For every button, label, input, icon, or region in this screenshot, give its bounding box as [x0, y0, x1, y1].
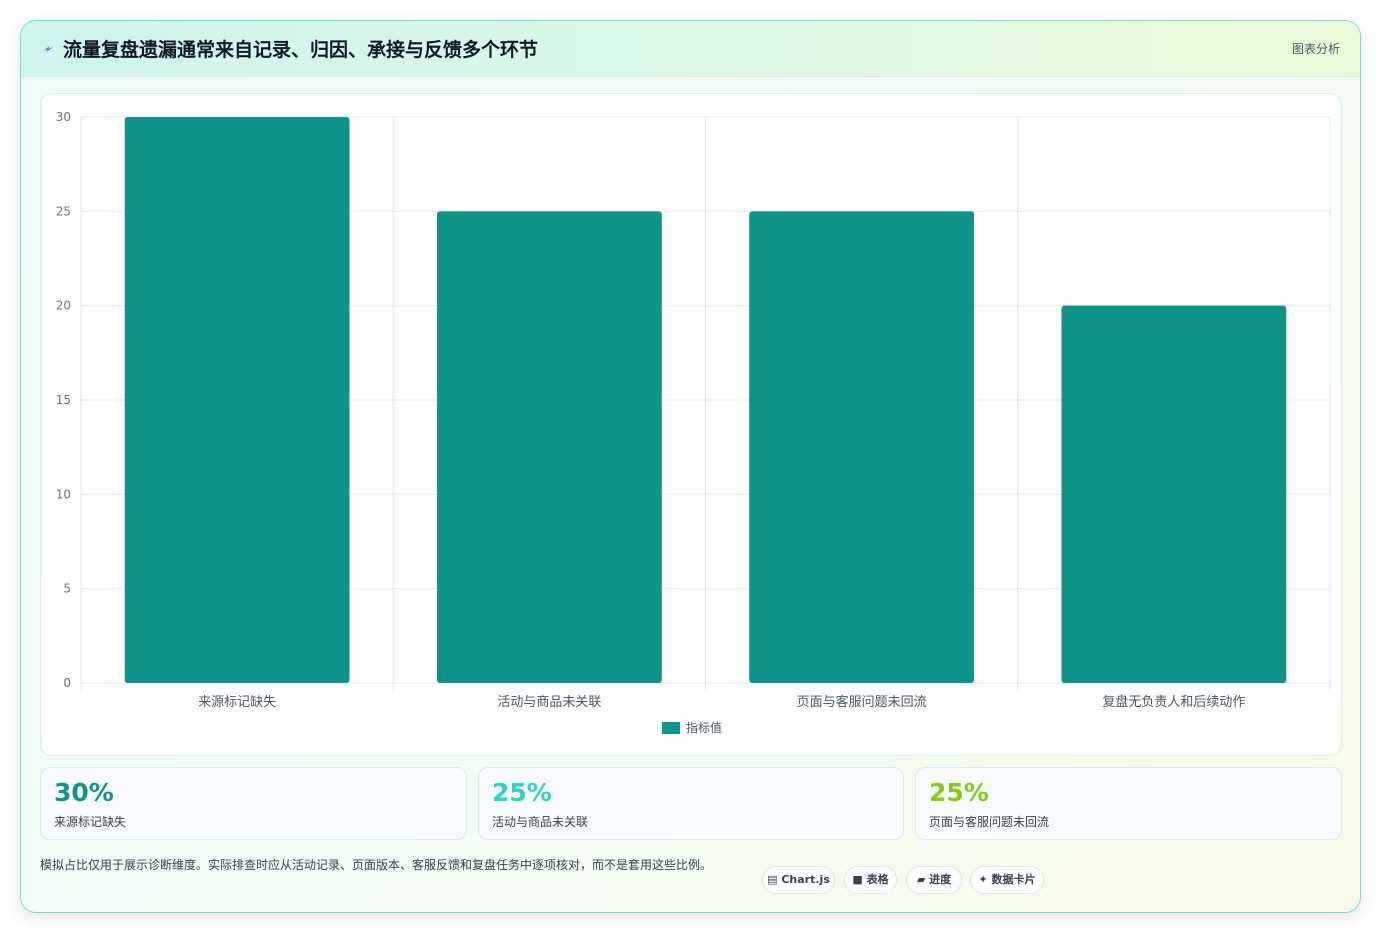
x-tick-label: 活动与商品未关联 [497, 695, 601, 710]
stat-value: 25% [929, 778, 989, 807]
bolt-icon [41, 40, 55, 58]
x-tick-label: 来源标记缺失 [198, 695, 276, 710]
stat-card-3: 25% 页面与客服问题未回流 [915, 767, 1342, 840]
footnote: 模拟占比仅用于展示诊断维度。实际排查时应从活动记录、页面版本、客服反馈和复盘任务… [40, 858, 713, 872]
card-header: 流量复盘遗漏通常来自记录、归因、承接与反馈多个环节 图表分析 [21, 21, 1360, 77]
stat-value: 25% [492, 778, 552, 807]
table-icon: ■ [852, 873, 863, 886]
chip-chartjs[interactable]: ▤ Chart.js [762, 866, 835, 894]
bar [749, 211, 975, 683]
y-tick-label: 20 [56, 299, 71, 313]
y-tick-label: 15 [56, 393, 71, 407]
progress-icon: ▰ [916, 873, 926, 886]
chip-label: Chart.js [781, 873, 830, 886]
stat-label: 活动与商品未关联 [492, 815, 589, 829]
x-tick-label: 复盘无负责人和后续动作 [1102, 694, 1245, 710]
y-tick-label: 30 [56, 110, 71, 124]
legend-swatch [662, 722, 680, 734]
chip-table[interactable]: ■ 表格 [844, 866, 897, 894]
x-tick-label: 页面与客服问题未回流 [797, 694, 927, 710]
chart-icon: ▤ [767, 873, 778, 886]
stat-label: 页面与客服问题未回流 [929, 815, 1050, 829]
chip-data-cards[interactable]: ✦ 数据卡片 [970, 866, 1044, 894]
chip-label: 进度 [929, 873, 952, 886]
page-title: 流量复盘遗漏通常来自记录、归因、承接与反馈多个环节 [63, 39, 539, 61]
bar [1061, 305, 1287, 683]
stat-value: 30% [54, 778, 114, 807]
bar-chart: 0 5 10 15 20 25 30 来源标记缺失 活动与商品未关联 页面与客服问题未回流 复盘无负… [56, 110, 1331, 735]
stat-card-1: 30% 来源标记缺失 [40, 767, 467, 840]
stat-label: 来源标记缺失 [54, 815, 127, 829]
section-tag: 图表分析 [1291, 42, 1340, 56]
y-tick-label: 10 [56, 487, 71, 501]
bar [124, 117, 350, 683]
y-tick-label: 5 [63, 582, 71, 596]
legend-label: 指标值 [686, 720, 722, 735]
chip-label: 表格 [866, 873, 889, 886]
y-tick-label: 25 [56, 204, 71, 218]
chart-panel: 0 5 10 15 20 25 30 来源标记缺失 活动与商品未关联 页面与客服问题未回流 复盘无负… [40, 93, 1342, 756]
chip-label: 数据卡片 [991, 873, 1036, 886]
stat-card-2: 25% 活动与商品未关联 [478, 767, 904, 840]
bar [436, 211, 662, 683]
chart-card: 流量复盘遗漏通常来自记录、归因、承接与反馈多个环节 图表分析 0 5 10 15 20 2… [20, 20, 1361, 913]
y-tick-label: 0 [63, 676, 71, 690]
chip-progress[interactable]: ▰ 进度 [906, 866, 962, 894]
sparkle-icon: ✦ [978, 873, 988, 886]
